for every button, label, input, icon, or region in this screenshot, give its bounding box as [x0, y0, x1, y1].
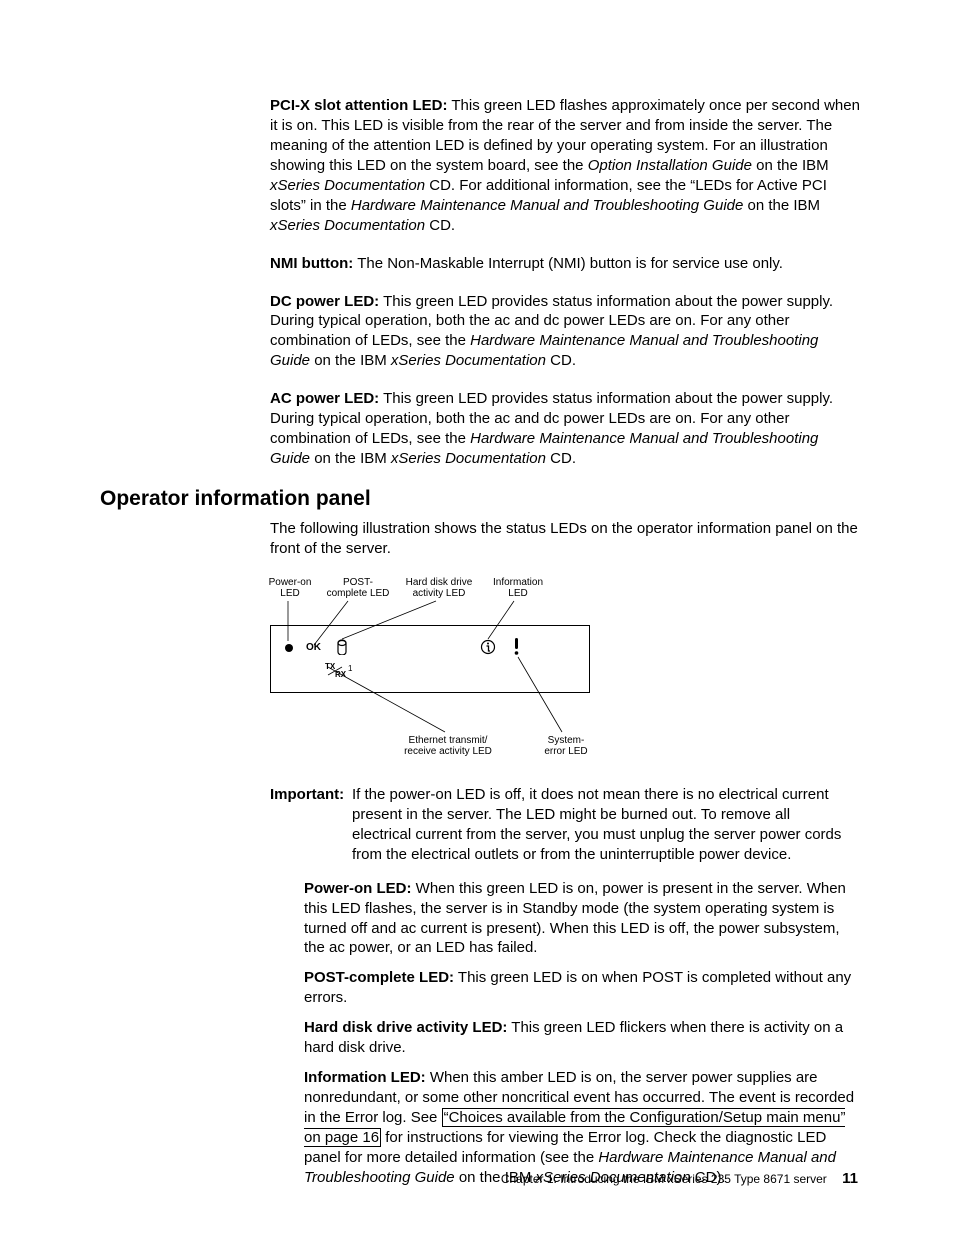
term: Power-on LED:: [304, 880, 412, 897]
para-nmi-button: NMI button: The Non-Maskable Interrupt (…: [270, 254, 860, 274]
term: Hard disk drive activity LED:: [304, 1019, 507, 1036]
text: CD.: [546, 352, 576, 369]
def-hdd-activity-led: Hard disk drive activity LED: This green…: [304, 1018, 860, 1058]
term-dc: DC power LED:: [270, 293, 379, 310]
cite: xSeries Documentation: [270, 177, 425, 194]
text: The Non-Maskable Interrupt (NMI) button …: [353, 255, 783, 272]
def-post-complete-led: POST-complete LED: This green LED is on …: [304, 968, 860, 1008]
para-pcix-led: PCI-X slot attention LED: This green LED…: [270, 96, 860, 236]
term-pcix: PCI-X slot attention LED:: [270, 97, 448, 114]
cite: xSeries Documentation: [391, 450, 546, 467]
text: CD.: [425, 217, 455, 234]
text: on the IBM: [752, 157, 829, 174]
term-ac: AC power LED:: [270, 390, 379, 407]
footer-page-number: 11: [842, 1170, 858, 1187]
text: CD.: [546, 450, 576, 467]
important-note: Important:If the power-on LED is off, it…: [270, 785, 860, 865]
operator-panel-diagram: Power-on LED POST-complete LED Hard disk…: [270, 577, 610, 767]
text: on the IBM: [743, 197, 820, 214]
cite: Hardware Maintenance Manual and Troubles…: [351, 197, 743, 214]
para-intro: The following illustration shows the sta…: [270, 519, 860, 559]
term: POST-complete LED:: [304, 969, 454, 986]
cite: xSeries Documentation: [391, 352, 546, 369]
callout-lines: [270, 577, 610, 767]
cite: xSeries Documentation: [270, 217, 425, 234]
important-label: Important:: [270, 785, 352, 805]
page-content: PCI-X slot attention LED: This green LED…: [100, 96, 860, 1198]
important-text: If the power-on LED is off, it does not …: [352, 785, 842, 865]
para-dc-power-led: DC power LED: This green LED provides st…: [270, 292, 860, 372]
page-footer: Chapter 1. Introducing the IBM xSeries 2…: [501, 1170, 858, 1187]
term-nmi: NMI button:: [270, 255, 353, 272]
cite: Option Installation Guide: [588, 157, 752, 174]
def-power-on-led: Power-on LED: When this green LED is on,…: [304, 879, 860, 959]
footer-chapter: Chapter 1. Introducing the IBM xSeries 2…: [501, 1172, 827, 1186]
section-heading: Operator information panel: [100, 487, 860, 511]
para-ac-power-led: AC power LED: This green LED provides st…: [270, 389, 860, 469]
text: on the IBM: [310, 450, 391, 467]
term: Information LED:: [304, 1069, 426, 1086]
text: on the IBM: [310, 352, 391, 369]
